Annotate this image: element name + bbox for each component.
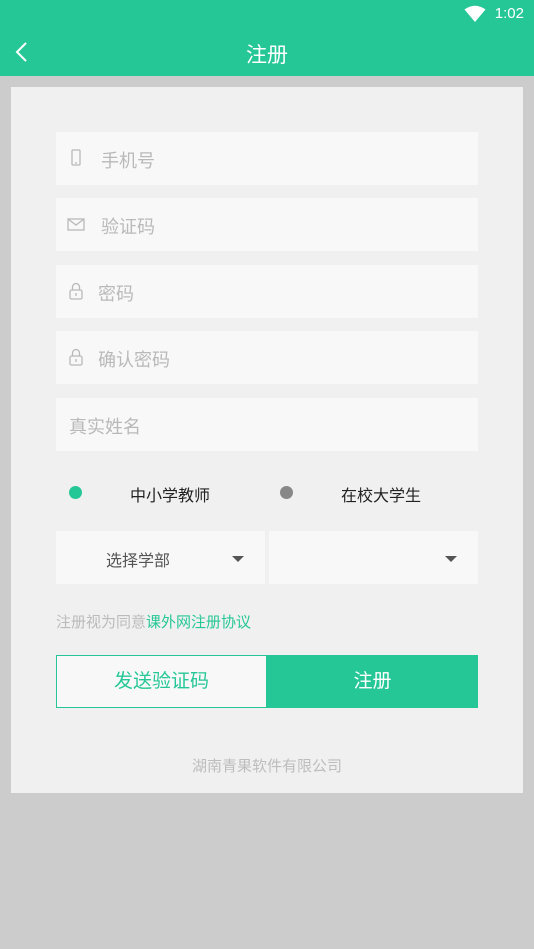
caret-down-icon (232, 556, 244, 562)
envelope-icon (67, 218, 85, 231)
role-option-student[interactable]: 在校大学生 (280, 482, 450, 506)
page-title: 注册 (246, 43, 288, 67)
radio-unselected-dot (280, 486, 293, 499)
agreement-text: 注册视为同意课外网注册协议 (56, 611, 251, 632)
role-option-teacher[interactable]: 中小学教师 (69, 482, 239, 506)
caret-down-icon (445, 556, 457, 562)
password-placeholder: 密码 (98, 284, 134, 305)
app-bar: 注册 (0, 28, 534, 76)
register-card: 手机号 验证码 密码 确认密码 真实姓名 中小学教师 在校大学生 选择学部 注册… (11, 87, 523, 793)
confirm-password-placeholder: 确认密码 (98, 350, 170, 371)
phone-field[interactable]: 手机号 (56, 132, 478, 185)
company-footer: 湖南青果软件有限公司 (191, 757, 342, 775)
send-code-button[interactable]: 发送验证码 (56, 655, 267, 708)
code-placeholder: 验证码 (101, 217, 155, 238)
phone-placeholder: 手机号 (101, 151, 155, 172)
lock-icon (69, 282, 83, 300)
radio-selected-dot (69, 486, 82, 499)
secondary-select[interactable] (269, 531, 478, 584)
status-time: 1:02 (494, 5, 524, 22)
role-option-label: 在校大学生 (341, 486, 422, 505)
real-name-placeholder: 真实姓名 (69, 417, 141, 438)
real-name-field[interactable]: 真实姓名 (56, 398, 478, 451)
agreement-prefix: 注册视为同意 (56, 613, 147, 631)
role-option-label: 中小学教师 (130, 486, 211, 505)
agreement-link[interactable]: 课外网注册协议 (146, 613, 251, 631)
phone-icon (71, 149, 81, 166)
confirm-password-field[interactable]: 确认密码 (56, 331, 478, 384)
password-field[interactable]: 密码 (56, 265, 478, 318)
verification-code-field[interactable]: 验证码 (56, 198, 478, 251)
register-button[interactable]: 注册 (267, 655, 478, 708)
lock-icon (69, 348, 83, 366)
wifi-icon (464, 5, 486, 22)
department-select-value: 选择学部 (106, 551, 171, 570)
status-bar: 1:02 (0, 0, 534, 28)
department-select[interactable]: 选择学部 (56, 531, 265, 584)
